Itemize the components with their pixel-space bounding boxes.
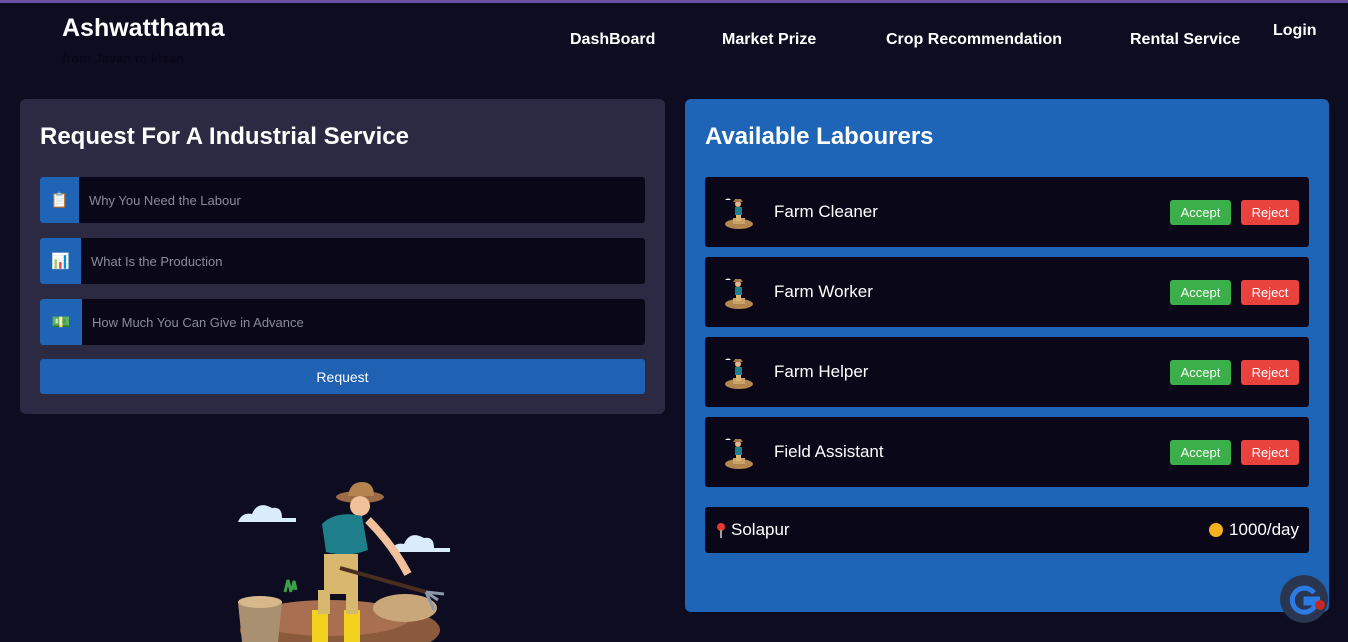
advance-field: 💵	[40, 299, 645, 345]
request-form-title: Request For A Industrial Service	[40, 123, 409, 150]
money-bag-icon	[1209, 523, 1224, 537]
farmer-icon	[725, 278, 753, 309]
accept-button[interactable]: Accept	[1170, 440, 1231, 465]
request-button[interactable]: Request	[40, 359, 645, 394]
production-input[interactable]	[81, 238, 645, 284]
login-link[interactable]: Login	[1273, 22, 1317, 40]
accept-button[interactable]: Accept	[1170, 280, 1231, 305]
request-form-card: Request For A Industrial Service 📋 📊 💵 R…	[20, 99, 665, 414]
reason-field: 📋	[40, 177, 645, 223]
labourer-name: Farm Worker	[774, 282, 873, 301]
rate-text: 1000/day	[1229, 520, 1299, 539]
accept-button[interactable]: Accept	[1170, 200, 1231, 225]
labourer-name: Farm Helper	[774, 362, 869, 381]
nav-rental-service[interactable]: Rental Service	[1130, 31, 1240, 49]
advance-input[interactable]	[82, 299, 645, 345]
accept-button[interactable]: Accept	[1170, 360, 1231, 385]
production-field: 📊	[40, 238, 645, 284]
labourer-item-farm-worker: Farm Worker Accept Reject	[705, 257, 1309, 327]
clipboard-icon: 📋	[40, 177, 79, 223]
labourers-card: Available Labourers Farm Cleaner Accept …	[685, 99, 1329, 612]
nav-crop-recommendation[interactable]: Crop Recommendation	[886, 31, 1062, 49]
farmer-illustration	[238, 482, 450, 642]
labourer-item-farm-helper: Farm Helper Accept Reject	[705, 337, 1309, 407]
labourer-item-farm-cleaner: Farm Cleaner Accept Reject	[705, 177, 1309, 247]
nav-market-prize[interactable]: Market Prize	[722, 31, 816, 49]
labourer-item-field-assistant: Field Assistant Accept Reject	[705, 417, 1309, 487]
labourer-name: Field Assistant	[774, 442, 884, 461]
farmer-icon	[725, 198, 753, 229]
reason-input[interactable]	[79, 177, 645, 223]
farmer-icon	[725, 438, 753, 469]
top-accent-line	[0, 0, 1348, 3]
brand-title: Ashwatthama	[62, 14, 225, 42]
location-rate-bar: Solapur 1000/day	[705, 507, 1309, 553]
bar-chart-icon: 📊	[40, 238, 81, 284]
location: Solapur	[715, 520, 790, 540]
reject-button[interactable]: Reject	[1241, 200, 1299, 225]
money-icon: 💵	[40, 299, 82, 345]
nav-dashboard[interactable]: DashBoard	[570, 31, 655, 49]
g-logo-icon[interactable]	[1280, 575, 1328, 623]
reject-button[interactable]: Reject	[1241, 280, 1299, 305]
brand-subtitle: from Javan to kisan	[62, 51, 185, 66]
location-text: Solapur	[731, 520, 790, 539]
labourer-name: Farm Cleaner	[774, 202, 878, 221]
pin-icon	[717, 522, 725, 538]
labourers-title: Available Labourers	[705, 123, 934, 150]
farmer-icon	[725, 358, 753, 389]
reject-button[interactable]: Reject	[1241, 440, 1299, 465]
rate: 1000/day	[1209, 520, 1299, 540]
reject-button[interactable]: Reject	[1241, 360, 1299, 385]
